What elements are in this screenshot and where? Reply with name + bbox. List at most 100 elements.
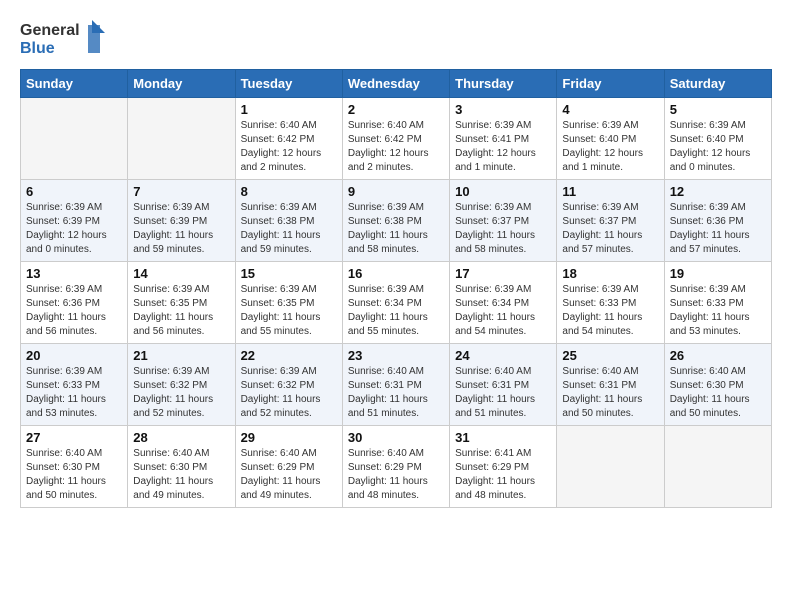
calendar-cell: 6 Sunrise: 6:39 AMSunset: 6:39 PMDaylight… <box>21 180 128 262</box>
day-info: Sunrise: 6:39 AMSunset: 6:38 PMDaylight:… <box>348 201 444 257</box>
day-number: 17 <box>455 266 551 281</box>
day-number: 2 <box>348 102 444 117</box>
day-info: Sunrise: 6:39 AMSunset: 6:33 PMDaylight:… <box>26 365 122 421</box>
calendar-cell: 21 Sunrise: 6:39 AMSunset: 6:32 PMDayligh… <box>128 344 235 426</box>
day-number: 23 <box>348 348 444 363</box>
day-number: 11 <box>562 184 658 199</box>
calendar-cell: 20Sunrise: 6:39 AMSunset: 6:33 PMDayligh… <box>21 344 128 426</box>
day-number: 9 <box>348 184 444 199</box>
calendar-cell: 30 Sunrise: 6:40 AMSunset: 6:29 PMDayligh… <box>342 426 449 508</box>
day-info: Sunrise: 6:40 AMSunset: 6:30 PMDaylight:… <box>670 365 766 421</box>
calendar-cell: 8 Sunrise: 6:39 AMSunset: 6:38 PMDaylight… <box>235 180 342 262</box>
calendar-week-row: 6 Sunrise: 6:39 AMSunset: 6:39 PMDaylight… <box>21 180 772 262</box>
day-number: 16 <box>348 266 444 281</box>
day-info: Sunrise: 6:41 AMSunset: 6:29 PMDaylight:… <box>455 447 551 503</box>
day-number: 3 <box>455 102 551 117</box>
day-info: Sunrise: 6:39 AMSunset: 6:33 PMDaylight:… <box>670 283 766 339</box>
calendar-cell <box>21 98 128 180</box>
calendar-cell: 17 Sunrise: 6:39 AMSunset: 6:34 PMDayligh… <box>450 262 557 344</box>
day-number: 21 <box>133 348 229 363</box>
day-number: 15 <box>241 266 337 281</box>
day-info: Sunrise: 6:39 AMSunset: 6:34 PMDaylight:… <box>455 283 551 339</box>
calendar-cell <box>664 426 771 508</box>
weekday-header-monday: Monday <box>128 70 235 98</box>
calendar-cell: 19Sunrise: 6:39 AMSunset: 6:33 PMDayligh… <box>664 262 771 344</box>
calendar-cell: 24 Sunrise: 6:40 AMSunset: 6:31 PMDayligh… <box>450 344 557 426</box>
calendar-cell: 28 Sunrise: 6:40 AMSunset: 6:30 PMDayligh… <box>128 426 235 508</box>
day-info: Sunrise: 6:39 AMSunset: 6:35 PMDaylight:… <box>241 283 337 339</box>
day-info: Sunrise: 6:39 AMSunset: 6:32 PMDaylight:… <box>241 365 337 421</box>
day-info: Sunrise: 6:40 AMSunset: 6:31 PMDaylight:… <box>348 365 444 421</box>
day-info: Sunrise: 6:40 AMSunset: 6:42 PMDaylight:… <box>348 119 444 175</box>
svg-text:Blue: Blue <box>20 40 55 57</box>
day-info: Sunrise: 6:40 AMSunset: 6:29 PMDaylight:… <box>348 447 444 503</box>
day-info: Sunrise: 6:40 AMSunset: 6:29 PMDaylight:… <box>241 447 337 503</box>
day-number: 6 <box>26 184 122 199</box>
day-info: Sunrise: 6:40 AMSunset: 6:31 PMDaylight:… <box>562 365 658 421</box>
day-number: 31 <box>455 430 551 445</box>
day-info: Sunrise: 6:39 AMSunset: 6:32 PMDaylight:… <box>133 365 229 421</box>
calendar-cell: 5Sunrise: 6:39 AMSunset: 6:40 PMDaylight… <box>664 98 771 180</box>
logo-svg: General Blue <box>20 15 110 59</box>
calendar-week-row: 1 Sunrise: 6:40 AMSunset: 6:42 PMDaylight… <box>21 98 772 180</box>
weekday-header-sunday: Sunday <box>21 70 128 98</box>
day-number: 7 <box>133 184 229 199</box>
day-number: 24 <box>455 348 551 363</box>
day-number: 13 <box>26 266 122 281</box>
calendar-week-row: 13 Sunrise: 6:39 AMSunset: 6:36 PMDayligh… <box>21 262 772 344</box>
calendar-cell: 26 Sunrise: 6:40 AMSunset: 6:30 PMDayligh… <box>664 344 771 426</box>
calendar-cell: 14 Sunrise: 6:39 AMSunset: 6:35 PMDayligh… <box>128 262 235 344</box>
day-info: Sunrise: 6:40 AMSunset: 6:42 PMDaylight:… <box>241 119 337 175</box>
day-number: 25 <box>562 348 658 363</box>
day-info: Sunrise: 6:40 AMSunset: 6:30 PMDaylight:… <box>26 447 122 503</box>
calendar-cell: 2 Sunrise: 6:40 AMSunset: 6:42 PMDaylight… <box>342 98 449 180</box>
calendar-cell <box>557 426 664 508</box>
day-number: 30 <box>348 430 444 445</box>
day-number: 27 <box>26 430 122 445</box>
day-info: Sunrise: 6:39 AMSunset: 6:41 PMDaylight:… <box>455 119 551 175</box>
svg-text:General: General <box>20 22 80 39</box>
day-info: Sunrise: 6:39 AMSunset: 6:40 PMDaylight:… <box>670 119 766 175</box>
header: General Blue <box>20 15 772 59</box>
day-number: 28 <box>133 430 229 445</box>
day-info: Sunrise: 6:39 AMSunset: 6:38 PMDaylight:… <box>241 201 337 257</box>
day-info: Sunrise: 6:40 AMSunset: 6:31 PMDaylight:… <box>455 365 551 421</box>
weekday-header-row: SundayMondayTuesdayWednesdayThursdayFrid… <box>21 70 772 98</box>
weekday-header-saturday: Saturday <box>664 70 771 98</box>
calendar-cell: 4Sunrise: 6:39 AMSunset: 6:40 PMDaylight… <box>557 98 664 180</box>
calendar-cell: 3 Sunrise: 6:39 AMSunset: 6:41 PMDaylight… <box>450 98 557 180</box>
calendar-cell: 15 Sunrise: 6:39 AMSunset: 6:35 PMDayligh… <box>235 262 342 344</box>
day-info: Sunrise: 6:39 AMSunset: 6:36 PMDaylight:… <box>670 201 766 257</box>
day-number: 8 <box>241 184 337 199</box>
day-info: Sunrise: 6:39 AMSunset: 6:37 PMDaylight:… <box>455 201 551 257</box>
day-info: Sunrise: 6:39 AMSunset: 6:34 PMDaylight:… <box>348 283 444 339</box>
day-info: Sunrise: 6:40 AMSunset: 6:30 PMDaylight:… <box>133 447 229 503</box>
day-info: Sunrise: 6:39 AMSunset: 6:37 PMDaylight:… <box>562 201 658 257</box>
day-number: 1 <box>241 102 337 117</box>
calendar-cell: 7Sunrise: 6:39 AMSunset: 6:39 PMDaylight… <box>128 180 235 262</box>
weekday-header-thursday: Thursday <box>450 70 557 98</box>
calendar-cell: 12 Sunrise: 6:39 AMSunset: 6:36 PMDayligh… <box>664 180 771 262</box>
calendar-week-row: 20Sunrise: 6:39 AMSunset: 6:33 PMDayligh… <box>21 344 772 426</box>
day-number: 26 <box>670 348 766 363</box>
day-number: 10 <box>455 184 551 199</box>
day-number: 29 <box>241 430 337 445</box>
day-number: 14 <box>133 266 229 281</box>
day-info: Sunrise: 6:39 AMSunset: 6:36 PMDaylight:… <box>26 283 122 339</box>
calendar-cell: 22Sunrise: 6:39 AMSunset: 6:32 PMDayligh… <box>235 344 342 426</box>
calendar-cell: 13 Sunrise: 6:39 AMSunset: 6:36 PMDayligh… <box>21 262 128 344</box>
day-info: Sunrise: 6:39 AMSunset: 6:33 PMDaylight:… <box>562 283 658 339</box>
calendar-cell: 18 Sunrise: 6:39 AMSunset: 6:33 PMDayligh… <box>557 262 664 344</box>
calendar-cell: 27 Sunrise: 6:40 AMSunset: 6:30 PMDayligh… <box>21 426 128 508</box>
calendar-cell: 25 Sunrise: 6:40 AMSunset: 6:31 PMDayligh… <box>557 344 664 426</box>
day-number: 18 <box>562 266 658 281</box>
day-info: Sunrise: 6:39 AMSunset: 6:35 PMDaylight:… <box>133 283 229 339</box>
calendar-cell: 11 Sunrise: 6:39 AMSunset: 6:37 PMDayligh… <box>557 180 664 262</box>
calendar-cell: 31 Sunrise: 6:41 AMSunset: 6:29 PMDayligh… <box>450 426 557 508</box>
weekday-header-friday: Friday <box>557 70 664 98</box>
day-info: Sunrise: 6:39 AMSunset: 6:40 PMDaylight:… <box>562 119 658 175</box>
day-info: Sunrise: 6:39 AMSunset: 6:39 PMDaylight:… <box>26 201 122 257</box>
calendar-week-row: 27 Sunrise: 6:40 AMSunset: 6:30 PMDayligh… <box>21 426 772 508</box>
day-number: 12 <box>670 184 766 199</box>
calendar-cell <box>128 98 235 180</box>
